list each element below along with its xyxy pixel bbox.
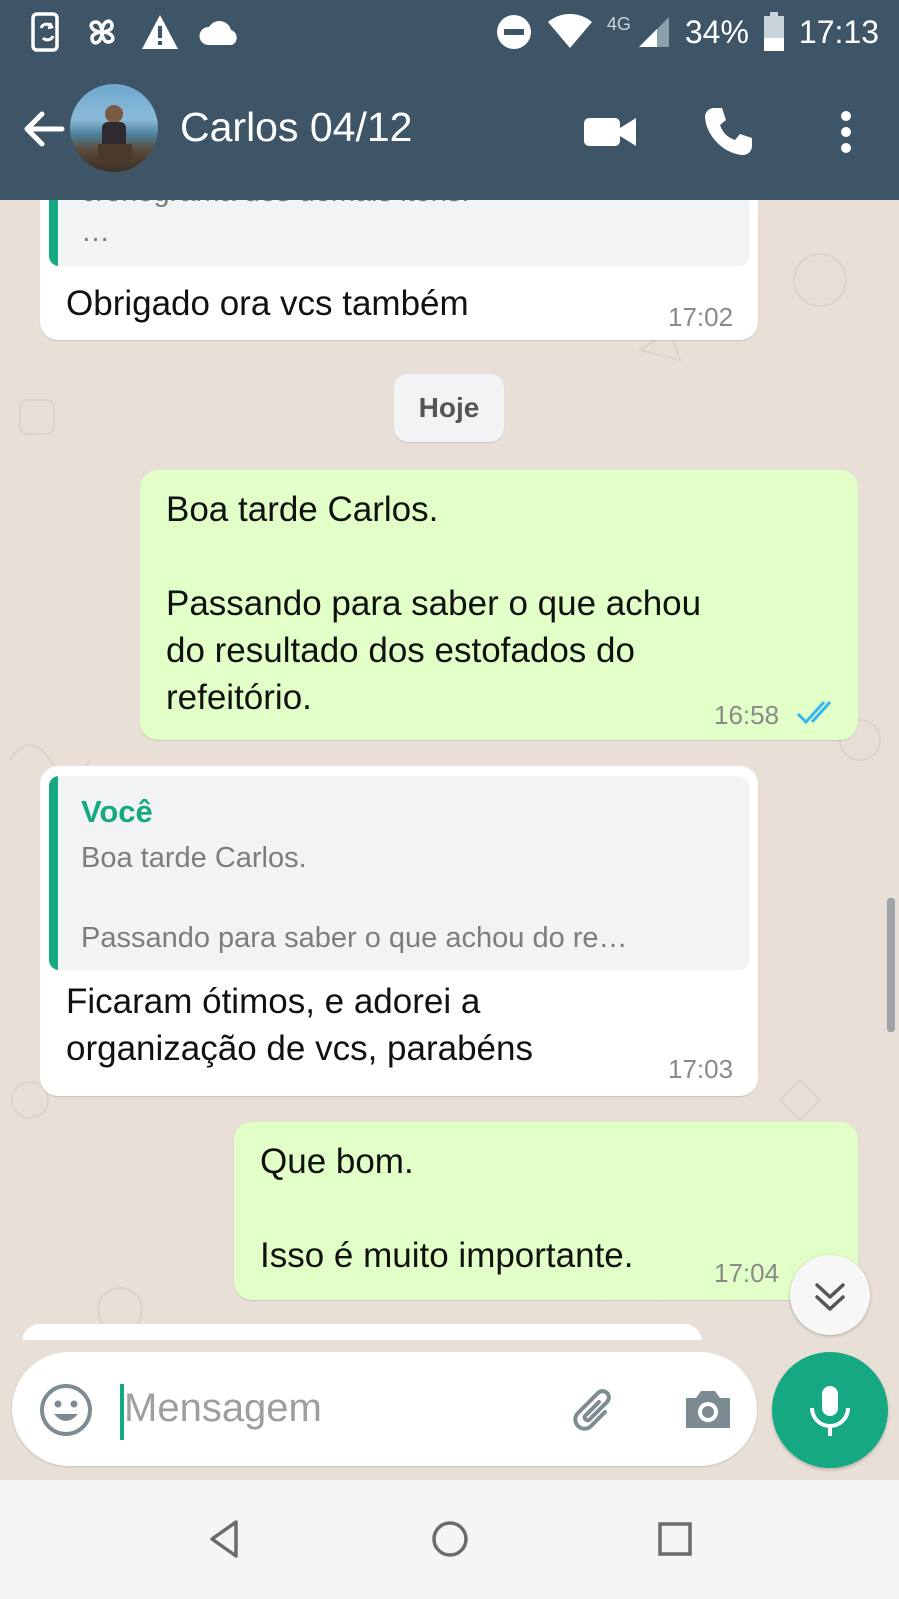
voice-message-button[interactable] xyxy=(772,1352,888,1468)
emoji-icon[interactable] xyxy=(38,1382,94,1438)
chat-history[interactable]: cronograma dos demais itens. … Obrigado … xyxy=(0,200,899,1340)
video-call-icon[interactable] xyxy=(582,104,638,160)
clock: 17:13 xyxy=(798,13,879,50)
quote-text: Boa tarde Carlos. Passando para saber o … xyxy=(81,842,628,954)
message-bubble-outgoing[interactable]: Boa tarde Carlos. Passando para saber o … xyxy=(140,470,858,740)
message-text: Ficaram ótimos, e adorei a organização d… xyxy=(66,982,533,1068)
quote-accent-bar xyxy=(49,200,58,266)
message-input[interactable]: Mensagem xyxy=(124,1386,322,1431)
battery-icon xyxy=(763,12,784,51)
message-time: 17:04 xyxy=(714,1258,780,1288)
message-time: 17:03 xyxy=(668,1054,734,1084)
message-bubble-incoming[interactable]: Você Boa tarde Carlos. Passando para sab… xyxy=(40,766,758,1096)
quote-accent-bar xyxy=(49,776,58,970)
attachment-icon[interactable] xyxy=(567,1382,623,1438)
contact-avatar[interactable] xyxy=(70,84,158,172)
message-time: 16:58 xyxy=(714,700,780,730)
cloud-icon xyxy=(199,21,237,45)
microphone-icon xyxy=(810,1386,850,1436)
nav-back-icon[interactable] xyxy=(200,1514,250,1564)
scroll-to-bottom-button[interactable] xyxy=(790,1255,870,1335)
wifi-icon xyxy=(547,14,592,48)
battery-percent: 34% xyxy=(684,13,749,50)
double-chevron-down-icon xyxy=(815,1283,845,1311)
message-time: 17:02 xyxy=(668,302,734,332)
composer-bar: Mensagem xyxy=(0,1340,899,1480)
message-text: Obrigado ora vcs também xyxy=(66,284,469,323)
message-input-container[interactable]: Mensagem xyxy=(12,1352,757,1466)
quoted-message[interactable]: cronograma dos demais itens. … xyxy=(49,200,749,266)
nav-home-icon[interactable] xyxy=(425,1514,475,1564)
chat-header: Carlos 04/12 xyxy=(0,64,899,200)
more-vert-icon[interactable] xyxy=(818,104,874,160)
status-right-icons: 4G 34% 17:13 xyxy=(495,10,879,54)
quote-text: cronograma dos demais itens. … xyxy=(81,200,469,248)
quote-author: Você xyxy=(81,794,153,829)
camera-icon[interactable] xyxy=(680,1382,736,1438)
warning-icon xyxy=(142,15,178,49)
device-sync-icon xyxy=(31,12,59,52)
quoted-message[interactable]: Você Boa tarde Carlos. Passando para sab… xyxy=(49,776,749,970)
message-text: Boa tarde Carlos. Passando para saber o … xyxy=(166,490,702,717)
pinwheel-icon xyxy=(89,19,115,45)
scrollbar[interactable] xyxy=(887,898,895,1032)
date-separator: Hoje xyxy=(394,374,504,442)
message-text: Que bom. Isso é muito importante. xyxy=(260,1142,634,1275)
nav-recents-icon[interactable] xyxy=(650,1514,700,1564)
cell-signal-icon xyxy=(638,17,669,47)
contact-name[interactable]: Carlos 04/12 xyxy=(180,104,412,151)
status-left-icons xyxy=(30,10,242,54)
status-bar: 4G 34% 17:13 xyxy=(0,0,899,64)
back-arrow-icon[interactable] xyxy=(18,104,68,154)
phone-icon[interactable] xyxy=(700,104,756,160)
do-not-disturb-icon xyxy=(496,15,531,49)
message-bubble-incoming-partial[interactable] xyxy=(22,1324,702,1340)
network-type: 4G xyxy=(606,13,631,34)
message-bubble-outgoing[interactable]: Que bom. Isso é muito importante. 17:04 xyxy=(234,1122,858,1300)
message-bubble-incoming[interactable]: cronograma dos demais itens. … Obrigado … xyxy=(40,200,758,340)
system-nav-bar xyxy=(0,1480,899,1599)
read-ticks-icon xyxy=(796,700,832,725)
